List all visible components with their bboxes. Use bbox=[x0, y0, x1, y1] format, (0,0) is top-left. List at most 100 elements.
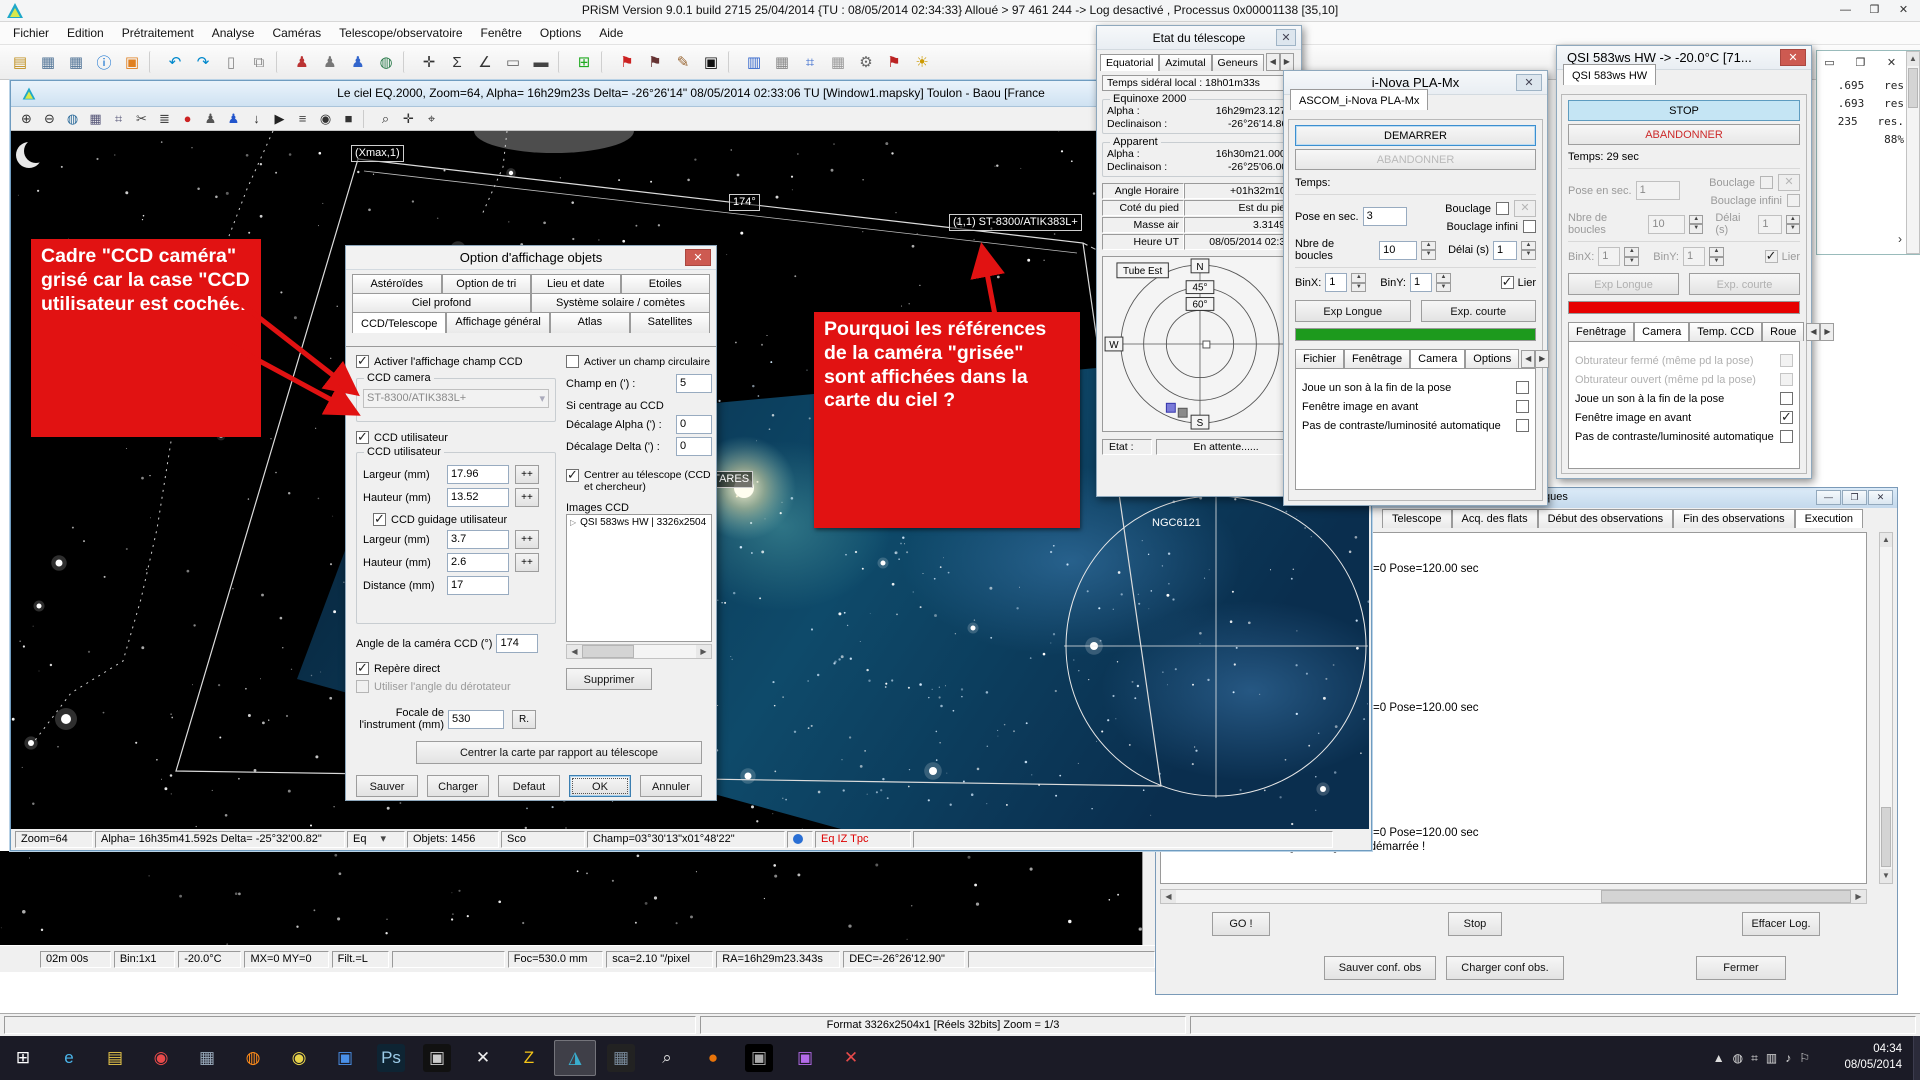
increment-button[interactable]: ++ bbox=[515, 530, 539, 549]
binx-stepper[interactable]: ▲▼ bbox=[1351, 273, 1366, 292]
more-indicator[interactable]: › bbox=[1898, 232, 1902, 246]
offset-input[interactable]: 0 bbox=[676, 437, 712, 456]
options-tab[interactable]: CCD/Telescope bbox=[352, 312, 446, 333]
page-icon[interactable]: ▯ bbox=[218, 49, 244, 75]
print-icon[interactable]: ≣ bbox=[154, 109, 175, 129]
window-button[interactable]: ▭ bbox=[1815, 54, 1844, 73]
zoom-out-icon[interactable]: ⊖ bbox=[39, 109, 60, 129]
window-orange-icon[interactable]: ▣ bbox=[119, 49, 145, 75]
zoom-in-icon[interactable]: ⊕ bbox=[16, 109, 37, 129]
flag2-icon[interactable]: ⚑ bbox=[881, 49, 907, 75]
camera-icon[interactable]: ▣ bbox=[738, 1040, 780, 1076]
value-input[interactable]: 13.52 bbox=[447, 488, 509, 507]
menu-item[interactable]: Fenêtre bbox=[472, 23, 531, 43]
toolbar-icon[interactable] bbox=[728, 51, 737, 73]
copy-icon[interactable]: ⧉ bbox=[246, 49, 272, 75]
infinite-loop-checkbox[interactable] bbox=[1523, 220, 1536, 233]
crosshair-icon[interactable]: ✛ bbox=[416, 49, 442, 75]
play-icon[interactable]: ▶ bbox=[269, 109, 290, 129]
enable-ccd-field-checkbox[interactable] bbox=[356, 355, 369, 368]
circular-field-checkbox[interactable] bbox=[566, 355, 579, 368]
log-tab[interactable]: Execution bbox=[1795, 509, 1863, 528]
taskbar-clock[interactable]: 04:3408/05/2014 bbox=[1844, 1041, 1902, 1073]
monitor-icon[interactable]: ▦ bbox=[35, 49, 61, 75]
log-tab[interactable]: Fin des observations bbox=[1673, 509, 1795, 528]
camera-dialog-tab[interactable]: Temp. CCD bbox=[1689, 322, 1762, 341]
dialog-button[interactable]: Charger bbox=[427, 775, 489, 797]
log-horizontal-scrollbar[interactable]: ◀▶ bbox=[1160, 889, 1867, 904]
cut-icon[interactable]: ✂ bbox=[131, 109, 152, 129]
loop-checkbox[interactable] bbox=[1496, 202, 1509, 215]
sphere-orange-icon[interactable]: ● bbox=[692, 1040, 734, 1076]
dialog-button[interactable]: Defaut bbox=[498, 775, 560, 797]
images-scrollbar[interactable]: ◀▶ bbox=[566, 644, 712, 659]
close-icon[interactable]: ✕ bbox=[1868, 490, 1893, 505]
dialog-button[interactable]: Sauver bbox=[356, 775, 418, 797]
grid-icon[interactable]: ▦ bbox=[85, 109, 106, 129]
tool-x-icon[interactable]: ✕ bbox=[462, 1040, 504, 1076]
value-input[interactable]: 17.96 bbox=[447, 465, 509, 484]
menu-item[interactable]: Prétraitement bbox=[113, 23, 203, 43]
options-tab[interactable]: Satellites bbox=[630, 312, 710, 333]
gear-icon[interactable]: ⚙ bbox=[853, 49, 879, 75]
user-ccd-checkbox[interactable] bbox=[356, 431, 369, 444]
telescope-tab[interactable]: Equatorial bbox=[1100, 54, 1159, 71]
options-tab[interactable]: Système solaire / comètes bbox=[531, 293, 710, 312]
increment-button[interactable]: ++ bbox=[515, 553, 539, 572]
flag-dark-icon[interactable]: ⚑ bbox=[642, 49, 668, 75]
ccd-camera-select[interactable]: ST-8300/ATIK383L+ ▾ bbox=[363, 389, 549, 408]
center-map-telescope-button[interactable]: Centrer la carte par rapport au télescop… bbox=[416, 741, 702, 764]
globe-icon[interactable]: ◍ bbox=[373, 49, 399, 75]
checkbox[interactable] bbox=[1516, 381, 1529, 394]
app-blue-icon[interactable]: ▣ bbox=[324, 1040, 366, 1076]
red-dot-icon[interactable]: ● bbox=[177, 109, 198, 129]
focal-r-button[interactable]: R. bbox=[512, 710, 536, 729]
menu-item[interactable]: Telescope/observatoire bbox=[330, 23, 471, 43]
close-icon[interactable]: ✕ bbox=[1276, 29, 1296, 46]
window-button[interactable]: ✕ bbox=[1889, 1, 1918, 20]
camera-dialog-tab[interactable]: Roue bbox=[1762, 322, 1804, 341]
offset-input[interactable]: 0 bbox=[676, 415, 712, 434]
tab-scroll-buttons[interactable]: ◀▶ bbox=[1521, 350, 1549, 368]
telescope-tab[interactable]: Geneurs bbox=[1212, 54, 1264, 71]
photoshop-icon[interactable]: Ps bbox=[370, 1040, 412, 1076]
hash-icon[interactable]: ⌗ bbox=[797, 49, 823, 75]
camera-dialog-tab[interactable]: Fenêtrage bbox=[1344, 349, 1410, 368]
save-conf-button[interactable]: Sauver conf. obs bbox=[1324, 956, 1436, 980]
add-green-icon[interactable]: ⊞ bbox=[571, 49, 597, 75]
side-scrollbar[interactable]: ▲ bbox=[1906, 51, 1920, 254]
angle-icon[interactable]: ∠ bbox=[472, 49, 498, 75]
tab-scroll-buttons[interactable]: ◀▶ bbox=[1806, 323, 1834, 341]
capture-icon[interactable]: ▣ bbox=[416, 1040, 458, 1076]
log-tab[interactable]: Acq. des flats bbox=[1452, 509, 1538, 528]
camera-dialog-tab[interactable]: Camera bbox=[1634, 322, 1689, 341]
tool-icon[interactable]: ⌖ bbox=[421, 109, 442, 129]
loop-count-input[interactable]: 10 bbox=[1379, 241, 1417, 260]
focal-length-input[interactable]: 530 bbox=[448, 710, 504, 729]
window-button[interactable]: ❐ bbox=[1846, 54, 1875, 73]
chrome-icon[interactable]: ◉ bbox=[278, 1040, 320, 1076]
dialog-button[interactable]: OK bbox=[569, 775, 631, 797]
camera-dialog-tab[interactable]: Fichier bbox=[1295, 349, 1344, 368]
close-icon[interactable]: ✕ bbox=[685, 249, 711, 266]
user-blue-icon[interactable]: ♟ bbox=[345, 49, 371, 75]
prism-icon[interactable]: ◮ bbox=[554, 1040, 596, 1076]
calculator-icon[interactable]: ▦ bbox=[186, 1040, 228, 1076]
log-tab[interactable]: Telescope bbox=[1382, 509, 1452, 528]
short-exposure-button[interactable]: Exp. courte bbox=[1421, 300, 1537, 322]
toolbar-icon[interactable] bbox=[558, 51, 567, 73]
qsi-tab[interactable]: QSI 583ws HW bbox=[1563, 64, 1656, 85]
target-icon[interactable]: ◉ bbox=[315, 109, 336, 129]
info-icon[interactable]: ⓘ bbox=[91, 49, 117, 75]
checkbox[interactable] bbox=[1780, 373, 1793, 386]
screen-icon[interactable]: ▬ bbox=[528, 49, 554, 75]
value-input[interactable]: 17 bbox=[447, 576, 509, 595]
ie-icon[interactable]: e bbox=[48, 1040, 90, 1076]
options-tab[interactable]: Etoiles bbox=[621, 274, 711, 293]
checkbox[interactable] bbox=[1780, 430, 1793, 443]
checkbox[interactable] bbox=[1780, 354, 1793, 367]
menu-item[interactable]: Edition bbox=[58, 23, 113, 43]
hash-icon[interactable]: ⌗ bbox=[108, 109, 129, 129]
user-red-icon[interactable]: ♟ bbox=[289, 49, 315, 75]
window-button[interactable]: ✕ bbox=[1877, 54, 1906, 73]
